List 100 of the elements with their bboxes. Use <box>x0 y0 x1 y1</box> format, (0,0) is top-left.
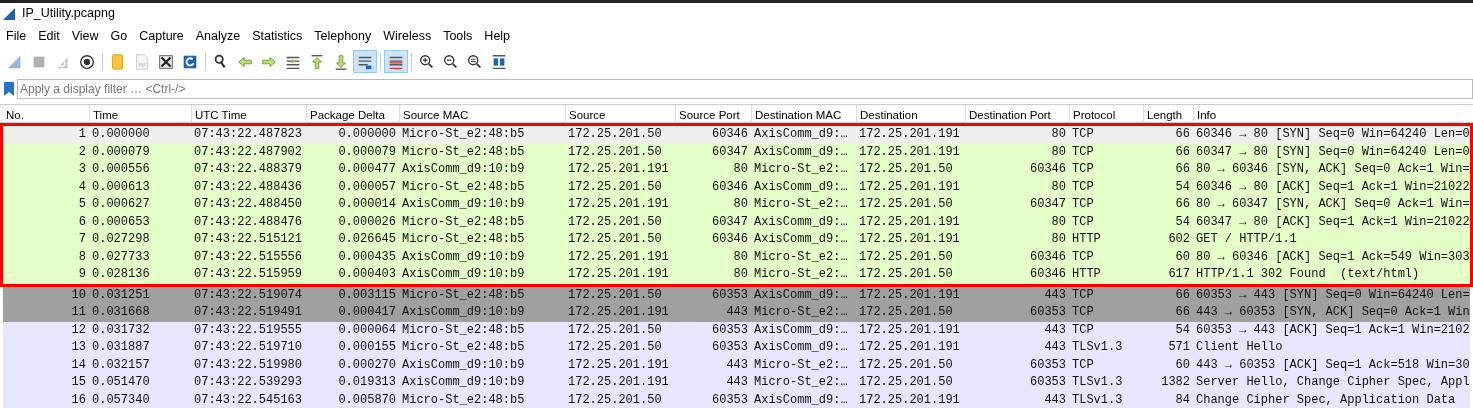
table-cell-text: 172.25.201.50 <box>858 161 954 178</box>
table-cell-text: 60346 <box>711 126 749 143</box>
table-cell-text: 172.25.201.50 <box>567 321 663 339</box>
table-cell-text: 443 <box>1043 339 1067 356</box>
menu-item[interactable]: Analyze <box>189 26 247 46</box>
table-cell-text: 172.25.201.50 <box>858 356 954 374</box>
table-cell-text: 172.25.201.191 <box>858 143 961 161</box>
column-header[interactable]: Destination <box>856 105 965 122</box>
table-cell-text: 443 → 60353 [ACK] Seq=1 Ack=518 Win=30 <box>1195 356 1470 374</box>
column-header[interactable]: Time <box>89 105 191 122</box>
menu-item[interactable]: Capture <box>133 26 190 46</box>
packet-row[interactable]: 7 0.027298 07:43:22.515121 0.026645 Micro-St_e2:48:b5 172.25.201.50 60346 AxisComm_d9:… 172.25.201.191 80 HTTP 602 GET / HTTP/1.1 <box>3 231 1470 249</box>
resize-columns-icon <box>490 52 508 71</box>
table-cell-text: Micro-St_e2:48:b5 <box>401 321 526 339</box>
table-cell-text: TCP <box>1071 304 1095 321</box>
table-cell-text: 5 <box>77 196 87 213</box>
table-cell-text: AxisComm_d9:10:b9 <box>401 356 526 374</box>
last-packet-icon <box>332 52 350 71</box>
table-cell-text: 60353 → 443 [SYN] Seq=0 Win=64240 Len= <box>1195 286 1470 304</box>
table-cell-text: 60353 <box>1029 304 1067 321</box>
table-cell-text: HTTP/1.1 302 Found (text/html) <box>1195 266 1421 283</box>
table-cell-text: 07:43:22.487902 <box>193 143 304 161</box>
menu-item[interactable]: Help <box>478 26 517 46</box>
table-cell-text: 0.000000 <box>91 126 151 143</box>
packet-row[interactable]: 3 0.000556 07:43:22.488379 0.000477 AxisComm_d9:10:b9 172.25.201.191 80 Micro-St_e2:… 172.25.201.50 60346 TCP 66 80 → 60346 [SYN, ACK] Seq=0 Ack=1 Win= <box>3 161 1470 179</box>
packet-row[interactable]: 9 0.028136 07:43:22.515959 0.000403 AxisComm_d9:10:b9 172.25.201.191 80 Micro-St_e2:… 172.25.201.50 60346 HTTP 617 HTTP/1.1 302 Found (text/html) <box>3 266 1470 284</box>
packet-row[interactable]: 11 0.031668 07:43:22.519491 0.000417 AxisComm_d9:10:b9 172.25.201.191 443 Micro-St_e2:… 172.25.201.50 60353 TCP 66 443 → 60353 [SYN, ACK] Seq=0 Ack=1 Win <box>3 304 1470 322</box>
column-header[interactable]: Destination Port <box>965 105 1069 122</box>
table-cell-text: 443 <box>725 356 749 374</box>
table-cell-text: 443 <box>725 374 749 391</box>
packet-row[interactable]: 5 0.000627 07:43:22.488450 0.000014 AxisComm_d9:10:b9 172.25.201.191 80 Micro-St_e2:… 172.25.201.50 60347 TCP 66 80 → 60347 [SYN, ACK] Seq=0 Ack=1 Win= <box>3 196 1470 214</box>
table-cell-text: Micro-St_e2:48:b5 <box>401 178 526 196</box>
menu-item[interactable]: File <box>0 26 33 46</box>
table-cell-text: 07:43:22.539293 <box>193 374 304 391</box>
packet-row[interactable]: 13 0.031887 07:43:22.519710 0.000155 Micro-St_e2:48:b5 172.25.201.50 60353 AxisComm_d9:… 172.25.201.191 443 TLSv1.3 571 Client Hello <box>3 339 1470 357</box>
table-cell-text: 0.028136 <box>91 266 151 283</box>
table-cell-text: 60353 <box>711 286 749 304</box>
packet-row[interactable]: 1 0.000000 07:43:22.487823 0.000000 Micro-St_e2:48:b5 172.25.201.50 60346 AxisComm_d9:… 172.25.201.191 80 TCP 66 60346 → 80 [SYN] Seq=0 Win=64240 Len=0 <box>3 126 1470 144</box>
table-cell-text: AxisComm_d9:… <box>753 178 849 196</box>
table-cell-text: 172.25.201.191 <box>567 304 670 321</box>
column-header[interactable]: Package Delta <box>306 105 399 122</box>
table-cell-text: 172.25.201.191 <box>858 231 961 248</box>
table-cell-text: AxisComm_d9:… <box>753 321 849 339</box>
table-cell-text: 66 <box>1174 196 1191 213</box>
menu-item[interactable]: View <box>65 26 105 46</box>
table-cell-text: 0.005870 <box>337 391 397 408</box>
table-cell-text: 54 <box>1174 321 1191 339</box>
column-header[interactable]: Destination MAC <box>751 105 856 122</box>
table-cell-text: 60353 <box>1029 356 1067 374</box>
filter-field[interactable]: Apply a display filter … <Ctrl-/> <box>17 79 1473 99</box>
table-cell-text: 60346 <box>1029 161 1067 178</box>
menu-item[interactable]: Tools <box>437 26 479 46</box>
column-header[interactable]: Source MAC <box>399 105 565 122</box>
table-cell-text: 60347 <box>1029 196 1067 213</box>
table-cell-text: 07:43:22.515959 <box>193 266 304 283</box>
table-cell-text: 60353 <box>711 391 749 408</box>
table-cell-text: Change Cipher Spec, Application Data <box>1195 391 1457 408</box>
table-cell-text: 172.25.201.191 <box>567 248 670 266</box>
column-header[interactable]: UTC Time <box>191 105 306 122</box>
table-cell-text: 0.000155 <box>337 339 397 356</box>
menu-item[interactable]: Go <box>104 26 134 46</box>
table-cell-text: 0.031732 <box>91 321 151 339</box>
table-cell-text: 0.000057 <box>337 178 397 196</box>
table-cell-text: 172.25.201.50 <box>567 126 663 143</box>
bookmark-icon <box>3 81 15 97</box>
menu-item[interactable]: Edit <box>32 26 66 46</box>
packet-row[interactable]: 15 0.051470 07:43:22.539293 0.019313 AxisComm_d9:10:b9 172.25.201.191 443 Micro-St_e2:… 172.25.201.50 60353 TLSv1.3 1382 Server Hello, Change Cipher Spec, Appl <box>3 374 1470 392</box>
column-header[interactable]: Source <box>565 105 675 122</box>
table-cell-text: 60353 <box>711 339 749 356</box>
menu-item[interactable]: Telephony <box>308 26 378 46</box>
table-cell-text: Client Hello <box>1195 339 1284 356</box>
table-cell-text: 80 <box>732 196 749 213</box>
column-header[interactable]: No. <box>3 105 89 122</box>
table-cell-text: 0.057340 <box>91 391 151 408</box>
table-cell-text: 0.000026 <box>337 213 397 231</box>
menu-item[interactable]: Wireless <box>377 26 438 46</box>
table-cell-text: AxisComm_d9:10:b9 <box>401 266 526 283</box>
table-cell-text: 172.25.201.50 <box>858 248 954 266</box>
file-icon <box>133 52 151 71</box>
table-cell-text: TCP <box>1071 356 1095 374</box>
table-cell-text: 80 <box>1050 213 1067 231</box>
table-cell-text: 60 <box>1174 248 1191 266</box>
column-header[interactable]: Protocol <box>1069 105 1143 122</box>
table-cell-text: Micro-St_e2:48:b5 <box>401 126 526 143</box>
table-cell-text: 66 <box>1174 304 1191 321</box>
menu-item[interactable]: Statistics <box>246 26 309 46</box>
table-cell-text: HTTP <box>1071 231 1102 248</box>
table-cell-text: 172.25.201.50 <box>567 339 663 356</box>
table-cell-text: 80 → 60347 [SYN, ACK] Seq=0 Ack=1 Win= <box>1195 196 1470 213</box>
table-cell-text: 0.000014 <box>337 196 397 213</box>
column-header[interactable]: Length <box>1143 105 1193 122</box>
table-cell-text: 172.25.201.50 <box>858 266 954 283</box>
table-cell-text: Micro-St_e2:… <box>753 304 849 321</box>
column-header[interactable]: Info <box>1193 105 1470 122</box>
column-header[interactable]: Source Port <box>675 105 751 122</box>
table-cell-text: TCP <box>1071 143 1095 161</box>
table-cell-text: Micro-St_e2:… <box>753 374 849 391</box>
table-cell-text: 172.25.201.191 <box>858 391 961 408</box>
table-cell-text: 2 <box>77 143 87 161</box>
table-cell-text: 443 <box>1043 321 1067 339</box>
